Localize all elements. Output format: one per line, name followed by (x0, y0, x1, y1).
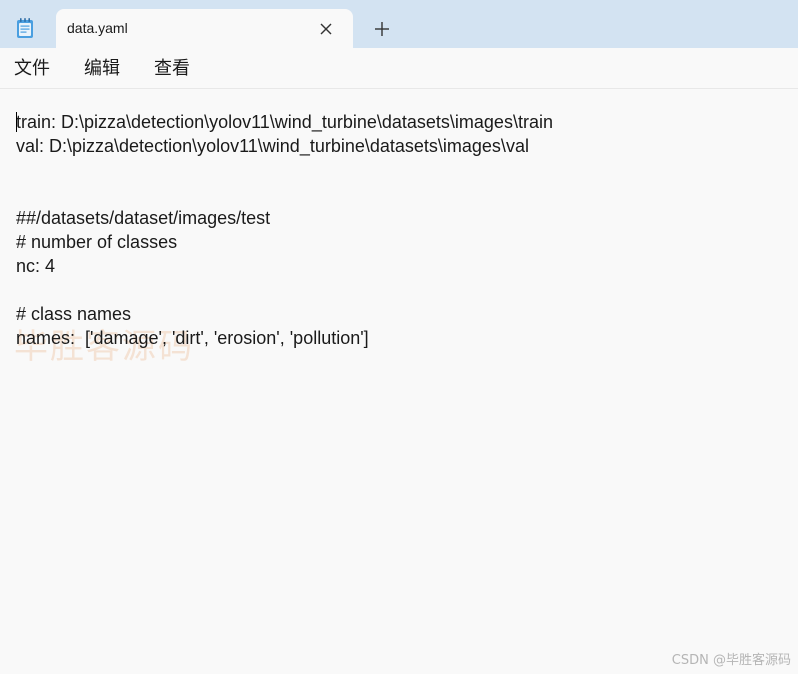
editor-line: # number of classes (16, 232, 178, 252)
text-caret (16, 112, 17, 132)
menu-file[interactable]: 文件 (14, 58, 50, 80)
menu-edit[interactable]: 编辑 (84, 58, 120, 80)
text-editor[interactable]: 毕胜客源码 train: D:\pizza\detection\yolov11\… (0, 89, 798, 674)
notepad-window: data.yaml 文件 编辑 查看 毕胜客源码 train: D:\pizza… (0, 0, 798, 674)
editor-line: ##/datasets/dataset/images/test (16, 208, 271, 228)
tab-title: data.yaml (67, 20, 128, 36)
notepad-icon (17, 18, 33, 38)
menu-bar: 文件 编辑 查看 (0, 48, 798, 89)
csdn-credit: CSDN @毕胜客源码 (671, 653, 791, 668)
menu-view[interactable]: 查看 (154, 58, 190, 80)
tab-data-yaml[interactable]: data.yaml (56, 9, 353, 48)
tab-strip: data.yaml (0, 0, 798, 48)
editor-line: val: D:\pizza\detection\yolov11\wind_tur… (16, 136, 529, 156)
editor-line: nc: 4 (16, 256, 56, 276)
editor-line: # class names (16, 304, 132, 324)
editor-line: train: D:\pizza\detection\yolov11\wind_t… (16, 112, 553, 132)
plus-icon[interactable] (372, 19, 392, 39)
editor-line: names: ['damage', 'dirt', 'erosion', 'po… (16, 328, 369, 348)
close-icon[interactable] (317, 20, 335, 38)
